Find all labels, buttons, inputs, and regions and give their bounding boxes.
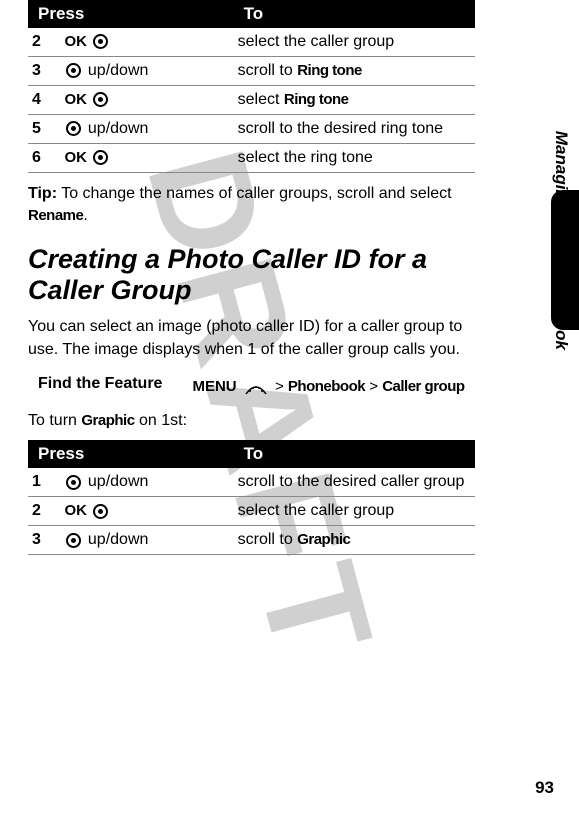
nav-icon [66,121,81,136]
step-desc: select Ring tone [234,86,475,115]
turn-on-text: To turn Graphic on 1st: [28,412,475,430]
body-paragraph: You can select an image (photo caller ID… [28,316,475,361]
updown-label: up/down [88,473,149,490]
find-feature-label: Find the Feature [28,375,162,393]
menu-icon [244,378,268,396]
step-number: 2 [32,502,60,520]
ok-key: OK [64,149,87,166]
page-content: Press To 2 OK select the caller group 3 … [0,0,495,555]
ok-key: OK [64,33,87,50]
section-heading: Creating a Photo Caller ID for a Caller … [28,244,475,306]
nav-icon [66,533,81,548]
step-number: 5 [32,120,60,138]
step-number: 1 [32,473,60,491]
tip-label: Tip: [28,185,57,202]
table2-header-to: To [234,440,475,468]
step-desc: scroll to the desired ring tone [234,115,475,144]
step-number: 2 [32,33,60,51]
step-desc: scroll to Ring tone [234,57,475,86]
nav-icon [93,504,108,519]
nav-icon [93,34,108,49]
step-desc: scroll to the desired caller group [234,468,475,497]
step-desc: select the caller group [234,497,475,526]
table-row: 1 up/down scroll to the desired caller g… [28,468,475,497]
nav-icon [93,92,108,107]
find-feature-path: MENU > Phonebook > Caller group [192,375,464,398]
table-row: 3 up/down scroll to Ring tone [28,57,475,86]
instruction-table-1: Press To 2 OK select the caller group 3 … [28,0,475,173]
page-number: 93 [535,778,554,798]
table-row: 6 OK select the ring tone [28,144,475,173]
table-row: 3 up/down scroll to Graphic [28,526,475,555]
instruction-table-2: Press To 1 up/down scroll to the desired… [28,440,475,555]
step-number: 6 [32,149,60,167]
nav-icon [93,150,108,165]
step-number: 3 [32,62,60,80]
table-row: 2 OK select the caller group [28,28,475,57]
table-row: 2 OK select the caller group [28,497,475,526]
table2-header-press: Press [28,440,234,468]
updown-label: up/down [88,531,149,548]
ok-key: OK [64,91,87,108]
nav-icon [66,63,81,78]
table1-header-press: Press [28,0,234,28]
step-number: 4 [32,91,60,109]
side-label: Managing Your Phonebook [551,131,571,350]
updown-label: up/down [88,62,149,79]
table-row: 5 up/down scroll to the desired ring ton… [28,115,475,144]
tip-paragraph: Tip: To change the names of caller group… [28,183,475,226]
step-desc: select the caller group [234,28,475,57]
step-desc: scroll to Graphic [234,526,475,555]
table1-header-to: To [234,0,475,28]
step-desc: select the ring tone [234,144,475,173]
step-number: 3 [32,531,60,549]
find-feature-block: Find the Feature MENU > Phonebook > Call… [28,375,475,398]
nav-icon [66,475,81,490]
updown-label: up/down [88,120,149,137]
ok-key: OK [64,502,87,519]
table-row: 4 OK select Ring tone [28,86,475,115]
menu-key: MENU [192,378,236,395]
